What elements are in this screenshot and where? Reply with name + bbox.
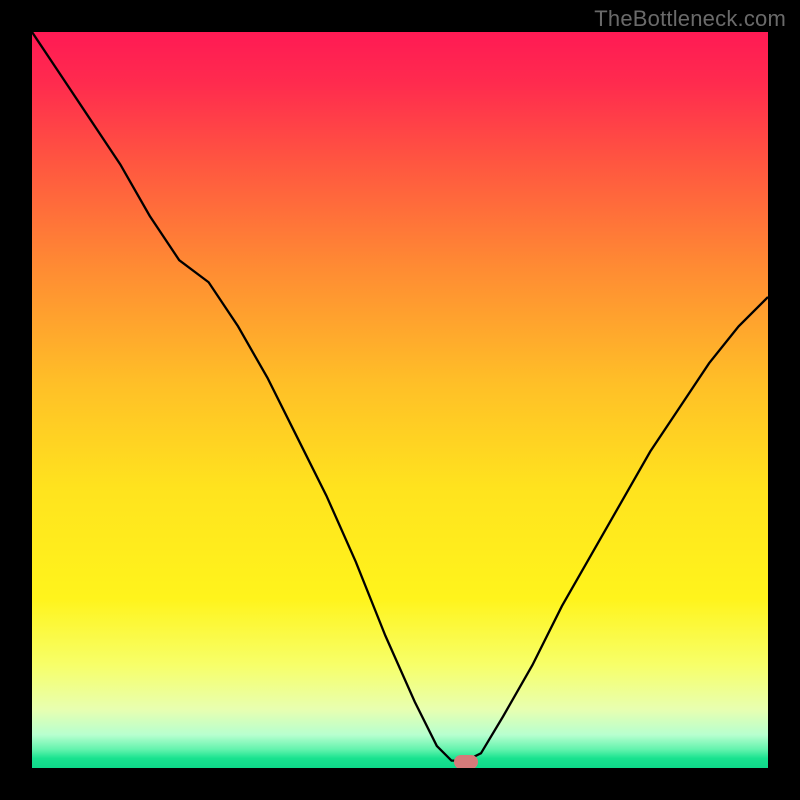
- plot-area: [32, 32, 768, 768]
- optimal-marker: [454, 755, 478, 768]
- bottleneck-curve: [32, 32, 768, 768]
- chart-container: TheBottleneck.com: [0, 0, 800, 800]
- watermark-text: TheBottleneck.com: [594, 6, 786, 32]
